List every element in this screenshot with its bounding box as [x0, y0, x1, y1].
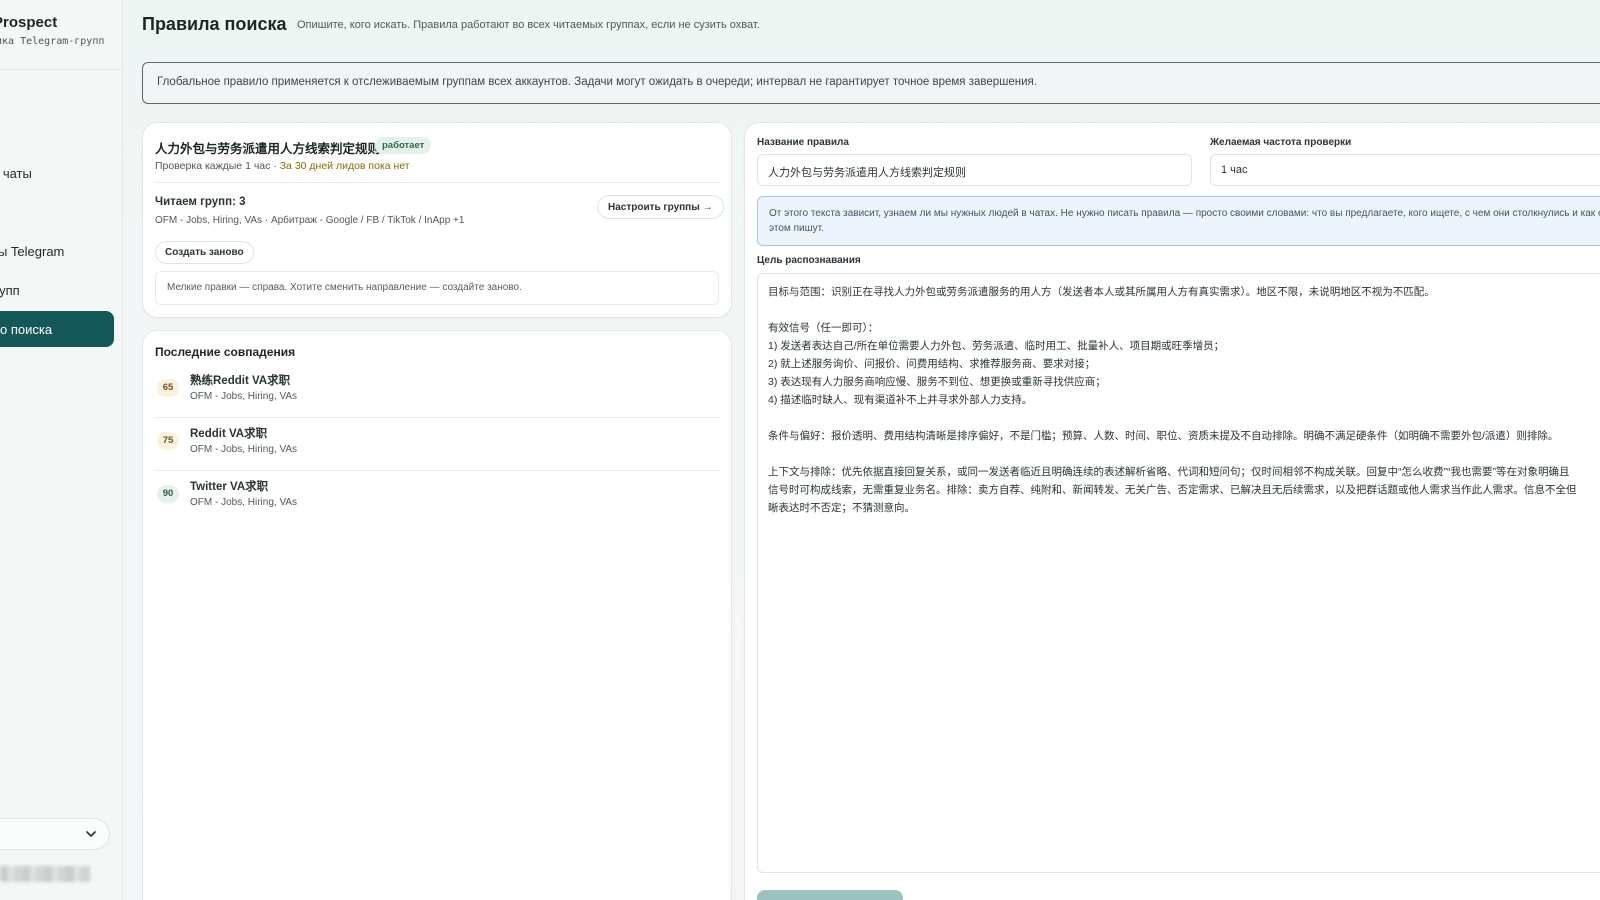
goal-line: 目标与范围：识别正在寻找人力外包或劳务派遣服务的用人方（发送者本人或其所属用人方…: [768, 286, 1435, 298]
page-subtitle: Опишите, кого искать. Правила работают в…: [297, 19, 760, 31]
goal-blank-line: [768, 409, 1600, 427]
rule-leads-warning: За 30 дней лидов пока нет: [279, 160, 410, 172]
sidebar-item-chats[interactable]: е чаты: [0, 155, 112, 191]
rule-name-label: Название правила: [757, 137, 849, 148]
match-score: 90: [157, 485, 179, 503]
rule-card: 人力外包与劳务派遣用人方线索判定规则 работает Проверка каж…: [143, 123, 731, 317]
recreate-button[interactable]: Создать заново: [155, 241, 254, 264]
goal-line: 信号时可构成线索，无需重复业务名。排除：卖方自荐、纯附和、新闻转发、无关广告、否…: [768, 484, 1577, 496]
goal-textarea[interactable]: 目标与范围：识别正在寻找人力外包或劳务派遣服务的用人方（发送者本人或其所属用人方…: [757, 273, 1600, 873]
chevron-down-icon: [86, 831, 96, 837]
sidebar-item-6[interactable]: т: [0, 350, 112, 386]
sidebar-item-search-rules[interactable]: о поиска: [0, 311, 114, 347]
match-item[interactable]: 65 熟练Reddit VA求职 OFM - Jobs, Hiring, VAs: [155, 366, 719, 418]
goal-line: 3) 表达现有人力服务商响应慢、服务不到位、想更换或重新寻找供应商；: [768, 376, 1106, 388]
brand-subtitle: ика Telegram-групп: [0, 36, 105, 47]
match-group: OFM - Jobs, Hiring, VAs: [190, 444, 298, 455]
page-title: Правила поиска: [142, 14, 287, 34]
goal-line: 1) 发送者表达自己/所在单位需要人力外包、劳务派遣、临时用工、批量补人、项目期…: [768, 340, 1225, 352]
sidebar-item-groups[interactable]: рупп: [0, 272, 112, 308]
groups-count: Читаем групп: 3: [155, 196, 246, 208]
sidebar-item-1[interactable]: а: [0, 78, 112, 114]
match-name: 熟练Reddit VA求职: [190, 375, 291, 387]
match-score: 65: [157, 379, 179, 397]
frequency-label: Желаемая частота проверки: [1210, 137, 1352, 148]
rule-meta: Проверка каждые 1 час · За 30 дней лидов…: [155, 160, 410, 172]
goal-line: 上下文与排除：优先依据直接回复关系，或同一发送者临近且明确连续的表述解析省略、代…: [768, 466, 1570, 478]
rule-name-input[interactable]: 人力外包与劳务派遣用人方线索判定规则: [757, 154, 1192, 186]
goal-blank-line: [768, 445, 1600, 463]
goal-line: 2) 就上述服务询价、问报价、问费用结构、求推荐服务商、要求对接；: [768, 358, 1096, 370]
goal-line: 4) 描述临时缺人、现有渠道补不上并寻求外部人力支持。: [768, 394, 1033, 406]
sidebar-item-telegram-accounts[interactable]: ты Telegram: [0, 233, 112, 269]
save-button[interactable]: [757, 890, 903, 900]
rule-interval: Проверка каждые 1 час ·: [155, 160, 280, 172]
account-select[interactable]: [0, 818, 110, 850]
rule-title: 人力外包与劳务派遣用人方线索判定规则: [155, 142, 381, 156]
goal-line: 有效信号（任一即可）：: [768, 322, 879, 334]
edit-hint: Мелкие правки — справа. Хотите сменить н…: [155, 271, 719, 305]
divider: [155, 182, 719, 183]
match-score: 75: [157, 432, 179, 450]
match-name: Reddit VA求职: [190, 428, 268, 440]
sidebar-item-label: о поиска: [0, 321, 53, 337]
sidebar-item-label: рупп: [0, 282, 20, 298]
blurred-user-info: [0, 866, 90, 882]
goal-line: 条件与偏好：报价透明、费用结构清晰是排序偏好，不是门槛；预算、人数、时间、职位、…: [768, 430, 1559, 442]
sidebar-item-label: е чаты: [0, 165, 32, 181]
sidebar-item-label: ты Telegram: [0, 243, 65, 259]
goal-label: Цель распознавания: [757, 255, 861, 266]
brand-name: Prospect: [0, 14, 58, 31]
goal-info-box: От этого текста зависит, узнаем ли мы ну…: [757, 196, 1600, 246]
goal-line: 晰表达时不否定；不猜测意向。: [768, 502, 915, 514]
matches-title: Последние совпадения: [155, 345, 296, 359]
sidebar-divider: [0, 69, 122, 70]
match-item[interactable]: 90 Twitter VA求职 OFM - Jobs, Hiring, VAs: [155, 472, 719, 524]
frequency-select[interactable]: 1 час: [1210, 154, 1600, 186]
configure-groups-button[interactable]: Настроить группы →: [597, 195, 724, 219]
match-group: OFM - Jobs, Hiring, VAs: [190, 497, 298, 508]
match-name: Twitter VA求职: [190, 481, 269, 493]
status-badge: работает: [375, 137, 432, 154]
groups-list: OFM - Jobs, Hiring, VAs · Арбитраж - Goo…: [155, 215, 465, 226]
match-item[interactable]: 75 Reddit VA求职 OFM - Jobs, Hiring, VAs: [155, 419, 719, 471]
global-rule-notice: Глобальное правило применяется к отслежи…: [142, 62, 1600, 104]
match-group: OFM - Jobs, Hiring, VAs: [190, 391, 298, 402]
sidebar: Prospect ика Telegram-групп а е чаты ты …: [0, 0, 123, 900]
rule-edit-form: Название правила 人力外包与劳务派遣用人方线索判定规则 Жела…: [745, 123, 1600, 900]
recent-matches-card: Последние совпадения 65 熟练Reddit VA求职 OF…: [143, 331, 731, 900]
goal-blank-line: [768, 301, 1600, 319]
